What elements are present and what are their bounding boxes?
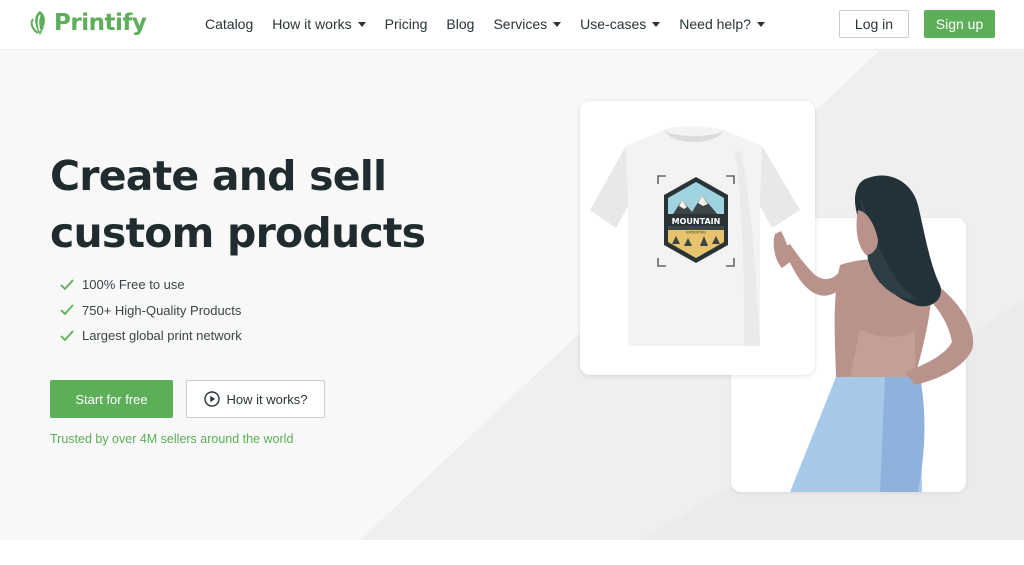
nav-item-blog[interactable]: Blog	[446, 16, 474, 32]
feature-label: 750+ High-Quality Products	[82, 302, 242, 318]
nav-item-use-cases[interactable]: Use-cases	[580, 16, 661, 32]
login-button[interactable]: Log in	[839, 10, 909, 38]
chevron-down-icon	[357, 21, 366, 27]
check-icon	[60, 279, 74, 291]
nav-item-how-it-works[interactable]: How it works	[272, 16, 366, 32]
nav-item-need-help[interactable]: Need help?	[679, 16, 765, 32]
feature-item: 100% Free to use	[60, 272, 242, 298]
nav-item-label: Services	[493, 16, 548, 32]
printify-logo[interactable]: Printify	[30, 9, 147, 37]
play-circle-icon	[203, 391, 220, 407]
start-for-free-button[interactable]: Start for free	[50, 380, 173, 418]
hero-title-line-2: custom products	[50, 209, 426, 257]
hero-title-line-1: Create and sell	[50, 152, 387, 200]
check-icon	[60, 330, 74, 342]
chevron-down-icon	[756, 21, 765, 27]
nav-item-catalog[interactable]: Catalog	[205, 16, 253, 32]
how-it-works-label: How it works?	[226, 391, 308, 407]
trusted-by-text: Trusted by over 4M sellers around the wo…	[50, 432, 294, 446]
printify-leaf-icon	[30, 11, 45, 35]
tshirt-card	[580, 101, 815, 375]
nav-item-label: How it works	[272, 16, 352, 32]
feature-item: 750+ High-Quality Products	[60, 298, 242, 324]
feature-label: Largest global print network	[82, 328, 242, 344]
chevron-down-icon	[652, 21, 661, 27]
nav-item-label: Catalog	[205, 16, 254, 32]
nav-item-pricing[interactable]: Pricing	[385, 16, 428, 32]
nav-item-services[interactable]: Services	[493, 16, 562, 32]
chevron-down-icon	[553, 21, 562, 27]
feature-list: 100% Free to use 750+ High-Quality Produ…	[60, 272, 242, 349]
check-icon	[60, 304, 74, 316]
hero-title: Create and sell custom products	[50, 148, 470, 262]
nav-item-label: Blog	[446, 16, 475, 32]
nav-item-label: Use-cases	[580, 16, 647, 32]
logo-text: Printify	[54, 10, 147, 36]
feature-label: 100% Free to use	[82, 277, 185, 293]
feature-item: Largest global print network	[60, 323, 242, 349]
main-nav: Catalog How it works Pricing Blog Services Us…	[205, 0, 784, 48]
top-navigation-bar: Printify Catalog How it works Pricing Blog S…	[0, 0, 1024, 50]
nav-item-label: Need help?	[679, 16, 751, 32]
signup-button[interactable]: Sign up	[924, 10, 995, 38]
nav-item-label: Pricing	[384, 16, 428, 32]
how-it-works-button[interactable]: How it works?	[186, 380, 325, 418]
